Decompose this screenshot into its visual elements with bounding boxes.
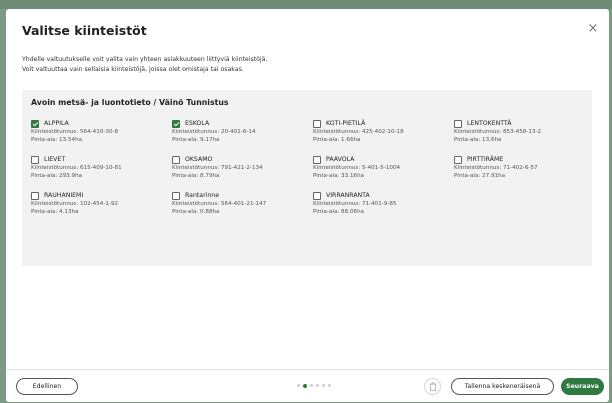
step-dot (328, 384, 331, 387)
property-id: Kiinteistötunnus: 5-401-5-1004 (313, 165, 401, 171)
page-backdrop (0, 0, 612, 9)
property-group-title: Avoin metsä- ja luontotieto / Väinö Tunn… (31, 98, 229, 107)
property-id: Kiinteistötunnus: 615-409-10-81 (31, 165, 122, 171)
step-dot (303, 383, 307, 388)
step-dot (322, 384, 325, 387)
property-checkbox-row[interactable]: RAUHANIEMI (31, 190, 172, 201)
property-checkbox-row[interactable]: ESKOLA (172, 118, 313, 129)
checkbox-unchecked-icon[interactable] (313, 119, 321, 128)
dialog-title: Valitse kiinteistöt (22, 23, 147, 38)
property-item: RAUHANIEMI Kiinteistötunnus: 102-454-1-92… (31, 190, 172, 220)
dialog-description: Yhdelle valtuutukselle voit valita vain … (22, 55, 267, 75)
property-item: ALPPILA Kiinteistötunnus: 564-410-30-8 Pin… (31, 118, 172, 148)
checkbox-unchecked-icon[interactable] (454, 155, 462, 164)
step-dot (316, 384, 319, 387)
property-name: OKSAMO (185, 156, 213, 163)
property-id: Kiinteistötunnus: 102-454-1-92 (31, 201, 119, 207)
previous-button[interactable]: Edellinen (16, 378, 78, 395)
property-name: ALPPILA (44, 120, 69, 127)
property-grid: ALPPILA Kiinteistötunnus: 564-410-30-8 Pin… (31, 118, 587, 220)
checkbox-unchecked-icon[interactable] (313, 155, 321, 164)
description-line-2: Voit valtuuttaa vain sellaisia kiinteist… (22, 66, 244, 73)
property-area: Pinta-ala: 8.79ha (172, 172, 220, 179)
property-item: ESKOLA Kiinteistötunnus: 20-401-6-14 Pinta… (172, 118, 313, 148)
property-checkbox-row[interactable]: LIEVET (31, 154, 172, 165)
property-area: Pinta-ala: 13.54ha (31, 136, 83, 143)
property-area: Pinta-ala: 4.13ha (31, 208, 79, 215)
property-name: KOTI-PIETILÄ (326, 120, 366, 127)
property-area: Pinta-ala: 13.6ha (454, 136, 502, 143)
property-item: KOTI-PIETILÄ Kiinteistötunnus: 425-402-10… (313, 118, 454, 148)
property-name: RAUHANIEMI (44, 192, 84, 199)
property-checkbox-row[interactable]: KOTI-PIETILÄ (313, 118, 454, 129)
select-properties-dialog: Valitse kiinteistöt × Yhdelle valtuutuks… (6, 9, 609, 402)
property-id: Kiinteistötunnus: 564-401-21-147 (172, 201, 267, 207)
property-id: Kiinteistötunnus: 20-401-6-14 (172, 129, 256, 135)
property-id: Kiinteistötunnus: 791-421-2-134 (172, 165, 263, 171)
property-name: ESKOLA (185, 120, 210, 127)
property-item: PAAVOLA Kiinteistötunnus: 5-401-5-1004 Pin… (313, 154, 454, 184)
save-draft-button[interactable]: Tallenna keskeneräisenä (451, 378, 554, 395)
checkbox-checked-icon[interactable] (172, 119, 180, 128)
property-name: Rantarinne (185, 192, 220, 199)
property-area: Pinta-ala: 0.88ha (172, 208, 220, 215)
property-checkbox-row[interactable]: OKSAMO (172, 154, 313, 165)
property-name: VIRRANRANTA (326, 192, 370, 199)
property-item: PIRTTIRÄME Kiinteistötunnus: 71-402-6-57 P… (454, 154, 595, 184)
description-line-1: Yhdelle valtuutukselle voit valita vain … (22, 56, 268, 63)
checkbox-unchecked-icon[interactable] (172, 155, 180, 164)
step-dot (310, 384, 313, 387)
property-area: Pinta-ala: 33.16ha (313, 172, 365, 179)
property-checkbox-row[interactable]: Rantarinne (172, 190, 313, 201)
property-checkbox-row[interactable]: PIRTTIRÄME (454, 154, 595, 165)
property-id: Kiinteistötunnus: 71-401-9-85 (313, 201, 397, 207)
property-id: Kiinteistötunnus: 564-410-30-8 (31, 129, 119, 135)
next-button[interactable]: Seuraava (561, 378, 604, 395)
property-item: LIEVET Kiinteistötunnus: 615-409-10-81 Pin… (31, 154, 172, 184)
property-name: PAAVOLA (326, 156, 355, 163)
property-checkbox-row[interactable]: LENTOKENTTÄ (454, 118, 595, 129)
close-icon[interactable]: × (585, 21, 601, 37)
property-name: PIRTTIRÄME (467, 156, 504, 163)
property-area: Pinta-ala: 1.66ha (313, 136, 361, 143)
property-item: VIRRANRANTA Kiinteistötunnus: 71-401-9-85… (313, 190, 454, 220)
checkbox-unchecked-icon[interactable] (313, 191, 321, 200)
step-indicator (297, 383, 331, 388)
checkbox-checked-icon[interactable] (31, 119, 39, 128)
checkbox-unchecked-icon[interactable] (31, 191, 39, 200)
property-id: Kiinteistötunnus: 71-402-6-57 (454, 165, 538, 171)
property-item: OKSAMO Kiinteistötunnus: 791-421-2-134 Pin… (172, 154, 313, 184)
property-checkbox-row[interactable]: ALPPILA (31, 118, 172, 129)
property-id: Kiinteistötunnus: 853-458-13-2 (454, 129, 542, 135)
checkbox-unchecked-icon[interactable] (454, 119, 462, 128)
property-item: Rantarinne Kiinteistötunnus: 564-401-21-1… (172, 190, 313, 220)
trash-icon[interactable] (424, 378, 441, 395)
checkbox-unchecked-icon[interactable] (31, 155, 39, 164)
property-group-panel: Avoin metsä- ja luontotieto / Väinö Tunn… (22, 90, 592, 266)
property-name: LENTOKENTTÄ (467, 120, 512, 127)
property-area: Pinta-ala: 27.91ha (454, 172, 506, 179)
footer-divider (6, 369, 609, 370)
property-area: Pinta-ala: 88.06ha (313, 208, 365, 215)
property-area: Pinta-ala: 293.9ha (31, 172, 83, 179)
property-id: Kiinteistötunnus: 425-402-10-18 (313, 129, 404, 135)
step-dot (297, 384, 300, 387)
property-name: LIEVET (44, 156, 66, 163)
checkbox-unchecked-icon[interactable] (172, 191, 180, 200)
property-area: Pinta-ala: 9.17ha (172, 136, 220, 143)
property-checkbox-row[interactable]: PAAVOLA (313, 154, 454, 165)
property-item: LENTOKENTTÄ Kiinteistötunnus: 853-458-13-… (454, 118, 595, 148)
property-checkbox-row[interactable]: VIRRANRANTA (313, 190, 454, 201)
